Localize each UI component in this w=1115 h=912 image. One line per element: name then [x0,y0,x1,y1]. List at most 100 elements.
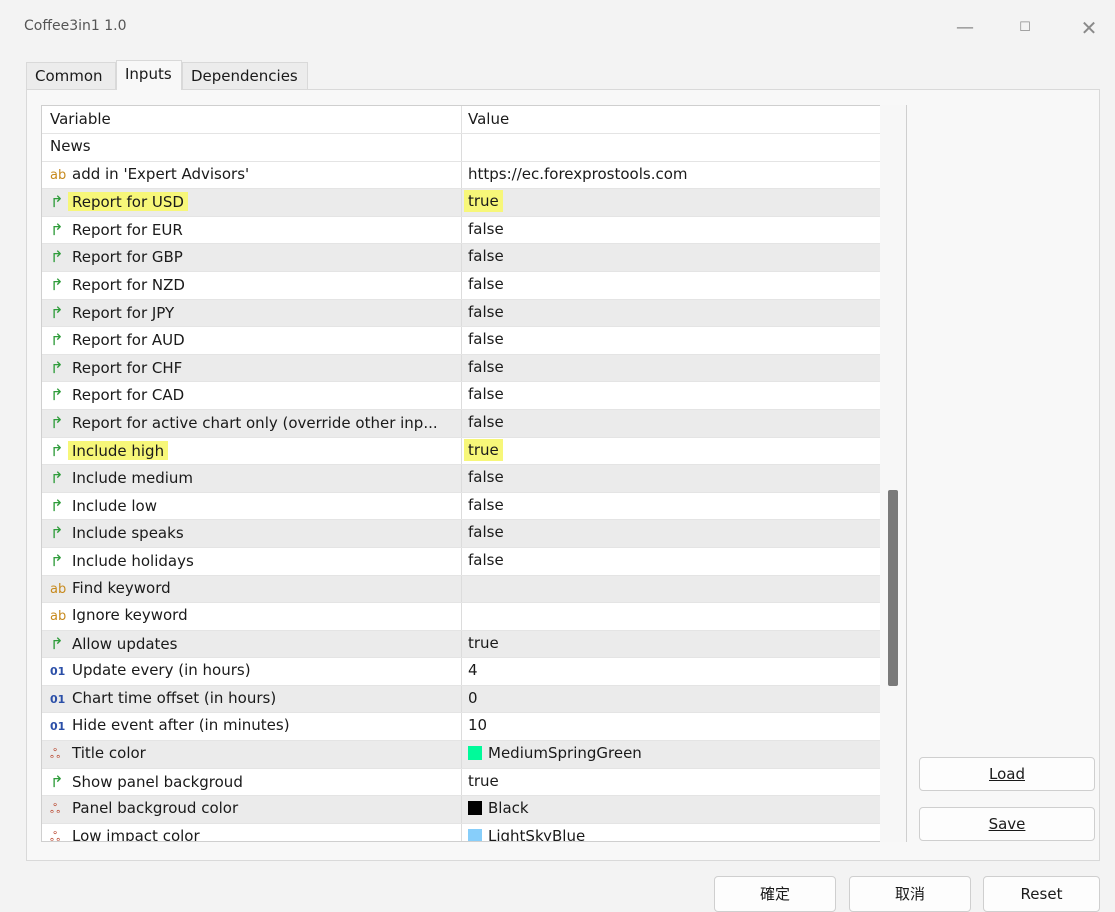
color-type-icon: ஃ [50,829,61,842]
variable-cell: ↱ Report for EUR [50,220,455,239]
value-cell[interactable]: 10 [468,716,487,734]
value-cell[interactable]: 4 [468,661,478,679]
number-type-icon: 01 [50,720,66,734]
table-row[interactable]: ↱ Report for JPY false [42,298,882,327]
value-cell[interactable]: false [468,551,504,569]
group-row[interactable]: News [42,133,882,161]
table-row[interactable]: 01 Update every (in hours) 4 [42,657,882,685]
table-row[interactable]: ஃ Title color MediumSpringGreen [42,740,882,768]
text-type-icon: ab [50,581,67,597]
table-row[interactable]: ↱ Include low false [42,491,882,520]
close-button[interactable]: ✕ [1066,12,1112,44]
tab-common[interactable]: Common [26,62,116,89]
variable-cell: 01 Chart time offset (in hours) [50,689,455,707]
scrollbar-track[interactable] [880,105,906,842]
value-cell[interactable]: Black [468,799,529,817]
variable-cell: ↱ Show panel backgroud [50,772,455,791]
value-cell[interactable]: false [468,496,504,514]
number-type-icon: 01 [50,692,66,706]
variable-cell: ஃ Title color [50,744,455,763]
table-row[interactable]: ↱ Report for GBP false [42,243,882,271]
ok-button[interactable]: 確定 [714,876,836,912]
value-text: false [468,385,504,404]
value-text: false [468,219,504,238]
value-cell[interactable]: false [468,275,504,293]
table-row[interactable]: ↱ Report for CAD false [42,381,882,409]
color-type-icon: ஃ [50,747,61,763]
boolean-type-icon: ↱ [50,274,64,294]
variable-cell: ↱ Include low [50,496,455,515]
value-cell[interactable]: false [468,385,504,403]
variable-label: Allow updates [72,634,178,653]
variable-cell: ab add in 'Expert Advisors' [50,165,455,183]
boolean-type-icon: ↱ [50,247,64,267]
table-row[interactable]: ↱ Report for NZD false [42,270,882,299]
value-cell[interactable]: false [468,413,504,431]
value-cell[interactable]: false [468,303,504,321]
value-cell[interactable]: false [468,468,504,486]
header-variable[interactable]: Variable [50,110,111,128]
table-row[interactable]: ↱ Include speaks false [42,519,882,547]
variable-label: Chart time offset (in hours) [72,688,277,707]
table-row[interactable]: ↱ Include holidays false [42,546,882,575]
table-row[interactable]: ↱ Report for EUR false [42,215,882,244]
variable-cell: ↱ Report for NZD [50,275,455,294]
table-row[interactable]: ஃ Low impact color LightSkyBlue [42,822,882,842]
table-row[interactable]: ஃ Panel backgroud color Black [42,795,882,823]
tab-dependencies[interactable]: Dependencies [182,62,308,89]
table-row[interactable]: ↱ Report for AUD false [42,326,882,354]
variable-label: Find keyword [72,578,171,597]
grid-header: Variable Value [42,106,882,133]
table-row[interactable]: ↱ Allow updates true [42,629,882,658]
variable-cell: ↱ Report for CHF [50,358,455,377]
value-text: false [468,550,504,569]
variable-label: Report for NZD [72,275,185,294]
table-row[interactable]: ↱ Report for CHF false [42,353,882,382]
value-cell[interactable]: false [468,330,504,348]
variable-label: Report for CAD [72,386,185,405]
table-row[interactable]: ↱ Include high true [42,436,882,465]
value-cell[interactable]: false [468,523,504,541]
variable-cell: 01 Update every (in hours) [50,661,455,679]
load-button[interactable]: Load [919,757,1095,791]
value-text: true [464,438,503,461]
table-row[interactable]: ↱ Report for active chart only (override … [42,408,882,437]
value-text: false [468,468,504,487]
value-cell[interactable]: true [464,438,503,461]
maximize-button[interactable]: ☐ [1002,12,1048,44]
tab-inputs[interactable]: Inputs [116,60,182,90]
value-cell[interactable]: false [468,247,504,265]
variable-label: Report for EUR [72,220,183,239]
minimize-button[interactable]: — [942,12,988,44]
table-row[interactable]: ab Find keyword [42,574,882,603]
value-text: 0 [468,688,478,707]
table-row[interactable]: ↱ Include medium false [42,464,882,492]
value-cell[interactable]: https://ec.forexprostools.com [468,165,688,183]
header-value[interactable]: Value [468,110,509,128]
value-cell[interactable]: MediumSpringGreen [468,744,642,762]
save-button[interactable]: Save [919,807,1095,841]
boolean-type-icon: ↱ [50,523,64,543]
value-cell[interactable]: false [468,358,504,376]
table-row[interactable]: 01 Hide event after (in minutes) 10 [42,712,882,741]
boolean-type-icon: ↱ [50,357,64,377]
value-text: false [468,357,504,376]
value-cell[interactable]: true [464,190,503,213]
table-row[interactable]: 01 Chart time offset (in hours) 0 [42,684,882,713]
value-cell[interactable]: 0 [468,689,478,707]
reset-button[interactable]: Reset [983,876,1100,912]
value-cell[interactable]: true [468,772,499,790]
value-text: false [468,523,504,542]
value-cell[interactable]: LightSkyBlue [468,827,585,841]
variable-cell: ↱ Report for AUD [50,330,455,349]
table-row[interactable]: ab add in 'Expert Advisors' https://ec.for… [42,160,882,189]
scrollbar-thumb[interactable] [888,490,898,686]
value-text: 4 [468,661,478,680]
value-cell[interactable]: false [468,220,504,238]
table-row[interactable]: ab Ignore keyword [42,602,882,630]
variable-label: Include low [72,496,157,515]
table-row[interactable]: ↱ Show panel backgroud true [42,767,882,796]
cancel-button[interactable]: 取消 [849,876,971,912]
value-cell[interactable]: true [468,634,499,652]
table-row[interactable]: ↱ Report for USD true [42,188,882,216]
